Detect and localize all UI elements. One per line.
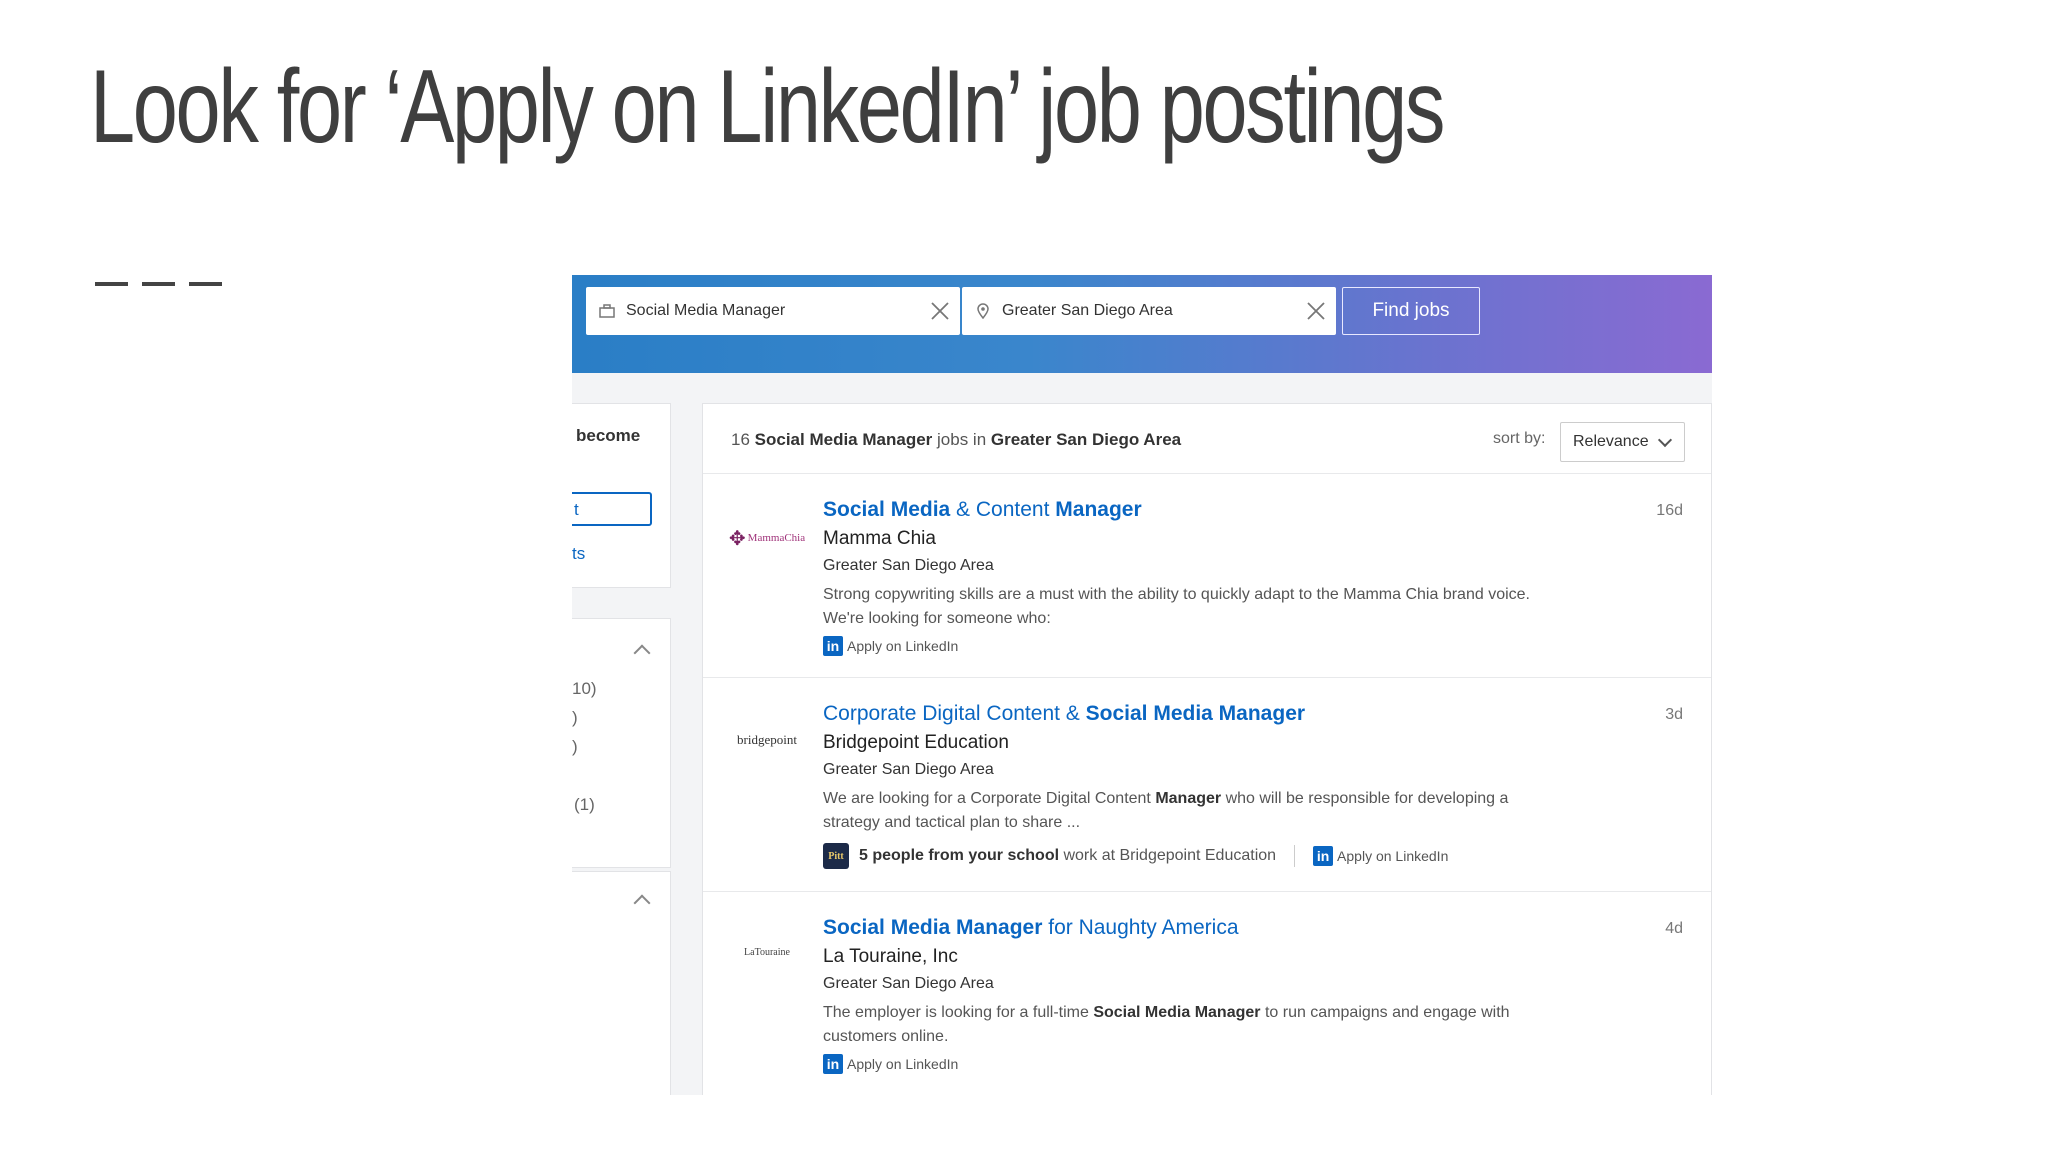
- job-title-link[interactable]: Social Media Manager for Naughty America: [823, 916, 1239, 940]
- apply-label: Apply on LinkedIn: [847, 638, 959, 654]
- location-pin-icon: [974, 302, 992, 320]
- job-location: Greater San Diego Area: [823, 761, 994, 778]
- keyword-input[interactable]: Social Media Manager: [626, 302, 926, 320]
- facet-count: (1): [574, 795, 595, 814]
- sidebar-partial-link[interactable]: ts: [572, 544, 585, 564]
- job-card[interactable]: ✥ MammaChia Social Media & Content Manage…: [703, 474, 1711, 678]
- results-header: 16 Social Media Manager jobs in Greater …: [703, 404, 1711, 474]
- posted-age: 16d: [1656, 502, 1683, 519]
- alumni-count: 5 people from your school: [859, 847, 1060, 864]
- title-part: for Naughty America: [1042, 916, 1239, 939]
- company-logo[interactable]: bridgepoint: [731, 726, 803, 754]
- clear-keyword-icon[interactable]: [926, 297, 954, 325]
- job-title-link[interactable]: Corporate Digital Content & Social Media…: [823, 702, 1305, 726]
- results-location: Greater San Diego Area: [990, 430, 1182, 449]
- sidebar-partial-input[interactable]: t: [572, 492, 652, 526]
- job-description: We are looking for a Corporate Digital C…: [823, 787, 1553, 835]
- desc-part: Social Media Manager: [1093, 1004, 1261, 1021]
- job-description: Strong copywriting skills are a must wit…: [823, 586, 1530, 627]
- title-divider: [95, 282, 225, 286]
- company-name[interactable]: Bridgepoint Education: [823, 732, 1009, 754]
- company-name[interactable]: Mamma Chia: [823, 528, 936, 550]
- location-input[interactable]: Greater San Diego Area: [1002, 302, 1302, 320]
- job-card[interactable]: bridgepoint Corporate Digital Content & …: [703, 678, 1711, 892]
- logo-mark-icon: ✥: [728, 527, 746, 550]
- title-part: Social Media: [823, 498, 951, 521]
- alumni-rest: work at Bridgepoint Education: [1059, 847, 1277, 864]
- job-results-panel: 16 Social Media Manager jobs in Greater …: [702, 403, 1712, 1095]
- sidebar-partial-input-text: t: [574, 500, 579, 519]
- facet-count: ): [572, 737, 578, 756]
- job-description: The employer is looking for a full-time …: [823, 1001, 1553, 1049]
- sort-value: Relevance: [1573, 433, 1649, 450]
- school-alumni-insight[interactable]: Pitt 5 people from your school work at B…: [823, 843, 1448, 869]
- results-count: 16: [731, 430, 750, 449]
- sidebar-filter-card-2: [572, 871, 671, 1095]
- facet-count: ): [572, 708, 578, 727]
- desc-part: Manager: [1155, 790, 1222, 807]
- apply-on-linkedin-badge: in Apply on LinkedIn: [823, 1054, 958, 1074]
- apply-label: Apply on LinkedIn: [1337, 848, 1449, 864]
- clear-location-icon[interactable]: [1302, 297, 1330, 325]
- keyword-search-field[interactable]: Social Media Manager: [586, 287, 960, 335]
- job-title-link[interactable]: Social Media & Content Manager: [823, 498, 1142, 522]
- linkedin-icon: in: [1313, 846, 1334, 866]
- title-part: & Content: [950, 498, 1056, 521]
- apply-label: Apply on LinkedIn: [847, 1056, 959, 1072]
- logo-text: MammaChia: [747, 532, 806, 544]
- sort-label: sort by:: [1493, 430, 1546, 447]
- job-location: Greater San Diego Area: [823, 557, 994, 574]
- logo-text: LaTouraine: [744, 946, 790, 958]
- find-jobs-button[interactable]: Find jobs: [1342, 287, 1480, 335]
- facet-count: 10): [572, 679, 597, 698]
- results-jobs-in: jobs in: [937, 430, 987, 449]
- job-location: Greater San Diego Area: [823, 975, 994, 992]
- results-summary: 16 Social Media Manager jobs in Greater …: [731, 430, 1181, 450]
- sort-dropdown[interactable]: Relevance: [1560, 422, 1685, 462]
- job-card[interactable]: LaTouraine Social Media Manager for Naug…: [703, 892, 1711, 1095]
- company-name[interactable]: La Touraine, Inc: [823, 946, 958, 968]
- desc-part: The employer is looking for a full-time: [823, 1004, 1094, 1021]
- linkedin-icon: in: [823, 636, 843, 656]
- sidebar-filter-card: 10) ) ) (1): [572, 618, 671, 868]
- apply-on-linkedin-badge: in Apply on LinkedIn: [823, 636, 958, 656]
- title-part: Manager: [1055, 498, 1142, 521]
- sidebar-partial-heading: become: [576, 426, 641, 445]
- title-part: Social Media Manager: [1085, 702, 1306, 725]
- company-logo[interactable]: LaTouraine: [731, 938, 803, 966]
- results-keyword: Social Media Manager: [754, 430, 933, 449]
- linkedin-jobs-screenshot: Social Media Manager Greater San Diego A…: [572, 275, 1712, 1095]
- desc-part: We are looking for a Corporate Digital C…: [823, 790, 1156, 807]
- linkedin-icon: in: [823, 1054, 843, 1074]
- collapse-chevron-icon[interactable]: [633, 894, 651, 912]
- search-header: Social Media Manager Greater San Diego A…: [572, 275, 1712, 373]
- posted-age: 4d: [1665, 920, 1683, 937]
- school-logo-icon: Pitt: [823, 843, 849, 869]
- location-search-field[interactable]: Greater San Diego Area: [962, 287, 1336, 335]
- chevron-down-icon: [1657, 432, 1673, 448]
- title-part: Corporate Digital Content &: [823, 702, 1086, 725]
- company-logo[interactable]: ✥ MammaChia: [728, 524, 806, 552]
- briefcase-icon: [598, 302, 616, 320]
- sidebar-alert-card: become t ts: [572, 403, 671, 588]
- title-part: Social Media Manager: [823, 916, 1043, 939]
- collapse-chevron-icon[interactable]: [633, 644, 651, 662]
- divider: [1294, 845, 1296, 867]
- posted-age: 3d: [1665, 706, 1683, 723]
- slide-title: Look for ‘Apply on LinkedIn’ job posting…: [90, 49, 1445, 165]
